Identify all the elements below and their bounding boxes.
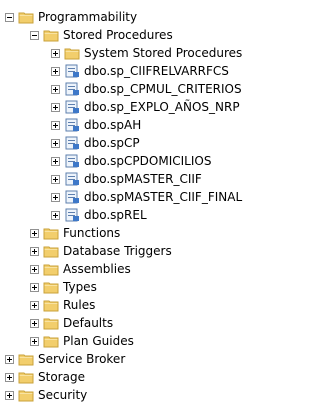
expand-toggle[interactable] [30,246,39,256]
tree-node-storage[interactable]: Storage [5,367,85,387]
expand-toggle[interactable] [30,264,39,274]
collapse-toggle[interactable] [5,12,14,22]
expand-toggle[interactable] [51,156,60,166]
expand-toggle[interactable] [51,120,60,130]
folder-icon [18,12,34,24]
stored-procedure-icon [65,118,79,132]
folder-icon [43,336,59,348]
folder-icon [18,372,34,384]
expand-toggle[interactable] [51,66,60,76]
tree-node-label: dbo.spAH [84,118,142,132]
expand-toggle[interactable] [5,372,14,382]
stored-procedure-icon [65,82,79,96]
tree-node-procedure[interactable]: dbo.spMASTER_CIIF_FINAL [51,187,242,207]
tree-node-procedure[interactable]: dbo.sp_EXPLO_AÑOS_NRP [51,97,240,117]
tree-node-procedure[interactable]: dbo.spREL [51,205,147,225]
expand-toggle[interactable] [51,48,60,58]
tree-node-procedure[interactable]: dbo.spCP [51,133,140,153]
tree-node-plan-guides[interactable]: Plan Guides [30,331,134,351]
tree-node-label: dbo.spREL [84,208,147,222]
stored-procedure-icon [65,136,79,150]
expand-toggle[interactable] [30,318,39,328]
folder-icon [18,354,34,366]
tree-node-label: Assemblies [63,262,131,276]
expand-toggle[interactable] [51,174,60,184]
tree-node-system-stored-procedures[interactable]: System Stored Procedures [51,43,242,63]
tree-node-procedure[interactable]: dbo.spMASTER_CIIF [51,169,202,189]
tree-node-procedure[interactable]: dbo.sp_CIIFRELVARRFCS [51,61,229,81]
object-explorer-tree: Programmability Stored Procedures System… [0,0,246,420]
expand-toggle[interactable] [5,390,14,400]
collapse-toggle[interactable] [30,30,39,40]
expand-toggle[interactable] [51,192,60,202]
expand-toggle[interactable] [30,300,39,310]
tree-node-label: Service Broker [38,352,126,366]
tree-node-rules[interactable]: Rules [30,295,95,315]
folder-icon [43,30,59,42]
tree-node-label: System Stored Procedures [84,46,243,60]
tree-node-stored-procedures[interactable]: Stored Procedures [30,25,173,45]
tree-node-types[interactable]: Types [30,277,97,297]
tree-node-label: Rules [63,298,96,312]
tree-node-label: Functions [63,226,121,240]
folder-icon [43,264,59,276]
tree-node-label: Storage [38,370,85,384]
tree-node-label: Stored Procedures [63,28,173,42]
tree-node-label: dbo.sp_EXPLO_AÑOS_NRP [84,100,240,114]
tree-node-label: Types [63,280,97,294]
tree-node-label: dbo.sp_CIIFRELVARRFCS [84,64,229,78]
tree-node-assemblies[interactable]: Assemblies [30,259,131,279]
stored-procedure-icon [65,172,79,186]
tree-node-functions[interactable]: Functions [30,223,120,243]
folder-icon [43,228,59,240]
tree-node-procedure[interactable]: dbo.sp_CPMUL_CRITERIOS [51,79,242,99]
tree-node-database-triggers[interactable]: Database Triggers [30,241,172,261]
expand-toggle[interactable] [30,228,39,238]
expand-toggle[interactable] [5,354,14,364]
tree-node-security[interactable]: Security [5,385,87,405]
expand-toggle[interactable] [30,336,39,346]
tree-node-label: dbo.spCPDOMICILIOS [84,154,212,168]
tree-node-label: Plan Guides [63,334,134,348]
stored-procedure-icon [65,100,79,114]
folder-icon [43,282,59,294]
folder-icon [18,390,34,402]
folder-icon [64,48,80,60]
stored-procedure-icon [65,190,79,204]
tree-node-procedure[interactable]: dbo.spCPDOMICILIOS [51,151,211,171]
tree-node-label: dbo.sp_CPMUL_CRITERIOS [84,82,242,96]
tree-node-label: Security [38,388,88,402]
tree-node-procedure[interactable]: dbo.spAH [51,115,141,135]
expand-toggle[interactable] [51,102,60,112]
tree-node-label: dbo.spMASTER_CIIF [84,172,202,186]
tree-node-label: Database Triggers [63,244,172,258]
tree-node-label: Defaults [63,316,114,330]
stored-procedure-icon [65,154,79,168]
tree-node-label: dbo.spMASTER_CIIF_FINAL [84,190,243,204]
expand-toggle[interactable] [30,282,39,292]
tree-node-service-broker[interactable]: Service Broker [5,349,125,369]
stored-procedure-icon [65,64,79,78]
folder-icon [43,318,59,330]
tree-node-label: dbo.spCP [84,136,140,150]
folder-icon [43,300,59,312]
expand-toggle[interactable] [51,84,60,94]
folder-icon [43,246,59,258]
tree-node-label: Programmability [38,10,138,24]
expand-toggle[interactable] [51,138,60,148]
stored-procedure-icon [65,208,79,222]
tree-node-defaults[interactable]: Defaults [30,313,113,333]
tree-node-programmability[interactable]: Programmability [5,7,137,27]
expand-toggle[interactable] [51,210,60,220]
